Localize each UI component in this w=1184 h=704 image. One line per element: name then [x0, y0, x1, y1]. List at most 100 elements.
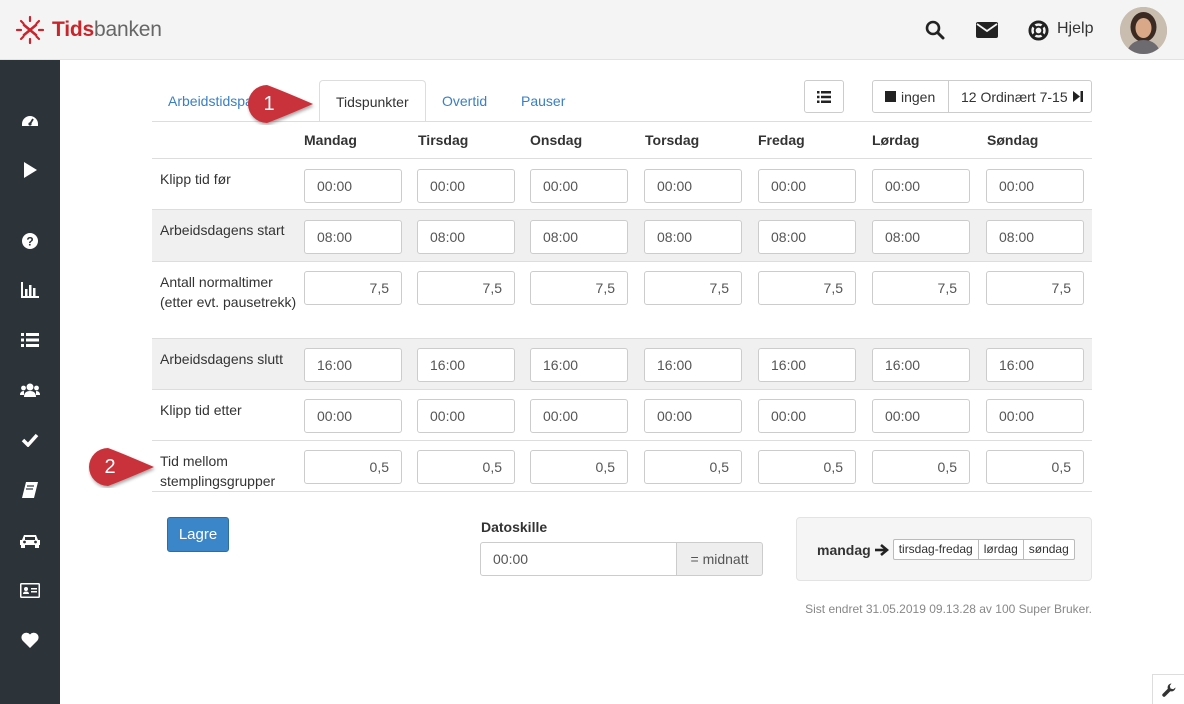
day-header-tirsdag: Tirsdag: [418, 132, 469, 148]
wrench-icon: [1161, 683, 1175, 697]
day-header-mandag: Mandag: [304, 132, 357, 148]
question-icon[interactable]: ?: [18, 229, 42, 253]
top-bar: Tidsbanken Hjelp: [0, 0, 1184, 60]
chip-lordag[interactable]: lørdag: [979, 540, 1024, 559]
heart-icon[interactable]: [18, 628, 42, 652]
datoskille-input[interactable]: 00:00: [480, 542, 677, 576]
time-input[interactable]: 00:00: [986, 169, 1084, 203]
dashboard-icon[interactable]: [18, 110, 42, 134]
hours-input[interactable]: 0,5: [872, 450, 970, 484]
time-input[interactable]: 00:00: [644, 399, 742, 433]
last-changed-text: Sist endret 31.05.2019 09.13.28 av 100 S…: [805, 602, 1092, 616]
tab-tidspunkter[interactable]: Tidspunkter: [319, 80, 426, 122]
week-start-label: mandag: [817, 541, 871, 558]
time-input[interactable]: 00:00: [530, 169, 628, 203]
datoskille-label: Datoskille: [481, 519, 548, 535]
time-input[interactable]: 00:00: [304, 399, 402, 433]
time-input[interactable]: 16:00: [644, 348, 742, 382]
hours-input[interactable]: 7,5: [644, 271, 742, 305]
users-icon[interactable]: [18, 378, 42, 402]
brand-logo[interactable]: Tidsbanken: [14, 14, 162, 46]
hours-input[interactable]: 0,5: [986, 450, 1084, 484]
list-view-button[interactable]: [804, 80, 844, 113]
datoskille-addon: = midnatt: [676, 542, 763, 576]
time-input[interactable]: 00:00: [758, 399, 856, 433]
day-header-fredag: Fredag: [758, 132, 805, 148]
hours-input[interactable]: 0,5: [758, 450, 856, 484]
check-icon[interactable]: [18, 428, 42, 452]
list-icon[interactable]: [18, 328, 42, 352]
ordinary-schedule-button[interactable]: 12 Ordinært 7-15: [948, 80, 1092, 113]
ingen-label: ingen: [901, 88, 936, 105]
svg-text:?: ?: [26, 235, 33, 249]
avatar[interactable]: [1120, 7, 1167, 54]
time-input[interactable]: 08:00: [304, 220, 402, 254]
hours-input[interactable]: 7,5: [304, 271, 402, 305]
time-input[interactable]: 00:00: [417, 399, 515, 433]
bar-chart-icon[interactable]: [18, 278, 42, 302]
time-input[interactable]: 16:00: [758, 348, 856, 382]
lifebuoy-icon[interactable]: [1026, 18, 1050, 42]
time-input[interactable]: 08:00: [644, 220, 742, 254]
hours-input[interactable]: 0,5: [530, 450, 628, 484]
search-icon[interactable]: [923, 18, 947, 42]
ordinary-label: 12 Ordinært 7-15: [961, 88, 1068, 105]
sidebar: ?: [0, 60, 60, 704]
hours-input[interactable]: 7,5: [872, 271, 970, 305]
arrow-right-icon: [874, 543, 889, 556]
table-bottom-border: [152, 491, 1092, 492]
chip-sondag[interactable]: søndag: [1024, 540, 1074, 559]
time-input[interactable]: 00:00: [304, 169, 402, 203]
time-input[interactable]: 08:00: [986, 220, 1084, 254]
row-label: Klipp tid etter: [160, 402, 242, 418]
time-input[interactable]: 00:00: [872, 399, 970, 433]
week-start-panel: mandag tirsdag-fredag lørdag søndag: [796, 517, 1092, 581]
time-input[interactable]: 08:00: [417, 220, 515, 254]
row-label: Arbeidsdagens slutt: [160, 351, 283, 367]
table-row-arbeidsdagens-slutt: Arbeidsdagens slutt 16:00 16:00 16:00 16…: [152, 338, 1092, 389]
row-label: Tid mellom stemplingsgrupper: [160, 453, 276, 489]
hours-input[interactable]: 7,5: [530, 271, 628, 305]
day-header-lordag: Lørdag: [872, 132, 920, 148]
help-link[interactable]: Hjelp: [1057, 20, 1093, 38]
row-label: Arbeidsdagens start: [160, 222, 285, 238]
time-input[interactable]: 00:00: [644, 169, 742, 203]
row-label: Antall normaltimer (etter evt. pausetrek…: [160, 274, 297, 310]
time-input[interactable]: 16:00: [530, 348, 628, 382]
tab-overtid[interactable]: Overtid: [426, 80, 503, 122]
time-input[interactable]: 00:00: [758, 169, 856, 203]
time-input[interactable]: 08:00: [872, 220, 970, 254]
hours-input[interactable]: 7,5: [986, 271, 1084, 305]
time-input[interactable]: 08:00: [758, 220, 856, 254]
time-input[interactable]: 00:00: [417, 169, 515, 203]
time-input[interactable]: 16:00: [304, 348, 402, 382]
book-icon[interactable]: [18, 478, 42, 502]
table-row-antall-normaltimer: Antall normaltimer (etter evt. pausetrek…: [152, 261, 1092, 338]
save-button[interactable]: Lagre: [167, 517, 229, 552]
time-input[interactable]: 16:00: [986, 348, 1084, 382]
time-input[interactable]: 16:00: [872, 348, 970, 382]
time-input[interactable]: 00:00: [986, 399, 1084, 433]
chip-tirsdag-fredag[interactable]: tirsdag-fredag: [894, 540, 979, 559]
play-icon[interactable]: [18, 158, 42, 182]
tab-pauser[interactable]: Pauser: [505, 80, 581, 122]
table-row-arbeidsdagens-start: Arbeidsdagens start 08:00 08:00 08:00 08…: [152, 209, 1092, 261]
id-card-icon[interactable]: [18, 578, 42, 602]
day-header-sondag: Søndag: [987, 132, 1039, 148]
ingen-button[interactable]: ingen: [872, 80, 949, 113]
hours-input[interactable]: 0,5: [304, 450, 402, 484]
car-icon[interactable]: [18, 528, 42, 552]
list-icon: [817, 90, 831, 103]
table-row-klipp-tid-for: Klipp tid før 00:00 00:00 00:00 00:00 00…: [152, 158, 1092, 209]
hours-input[interactable]: 0,5: [644, 450, 742, 484]
time-input[interactable]: 08:00: [530, 220, 628, 254]
wrench-button[interactable]: [1152, 674, 1184, 704]
time-input[interactable]: 16:00: [417, 348, 515, 382]
hours-input[interactable]: 0,5: [417, 450, 515, 484]
hours-input[interactable]: 7,5: [758, 271, 856, 305]
hours-input[interactable]: 7,5: [417, 271, 515, 305]
envelope-icon[interactable]: [975, 18, 999, 42]
time-input[interactable]: 00:00: [872, 169, 970, 203]
time-input[interactable]: 00:00: [530, 399, 628, 433]
stop-icon: [885, 91, 896, 102]
